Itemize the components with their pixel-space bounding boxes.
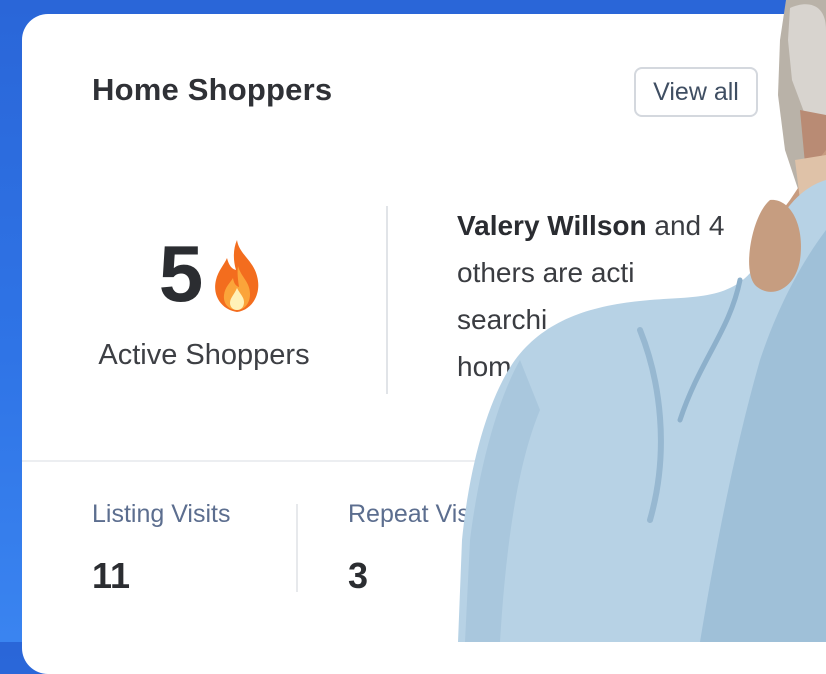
repeat-visits-label: Repeat Vis	[348, 500, 470, 528]
fire-icon	[209, 238, 265, 314]
repeat-visits-value: 3	[348, 555, 369, 596]
activity-line-4: hom	[457, 351, 512, 382]
shopper-name: Valery Willson	[457, 210, 647, 241]
home-shoppers-card: Home Shoppers View all 5 Active Shoppers…	[22, 14, 826, 674]
horizontal-divider	[22, 460, 826, 462]
stat-divider	[296, 504, 298, 592]
repeat-visits-stat: Repeat Vis 3	[348, 500, 470, 597]
active-shoppers-label: Active Shoppers	[98, 339, 310, 371]
activity-line-2: others are acti	[457, 257, 635, 288]
activity-line-1: and 4	[654, 210, 725, 241]
listing-visits-value: 11	[92, 555, 131, 596]
listing-visits-stat: Listing Visits 11	[92, 500, 231, 597]
activity-line-3: searchi	[457, 304, 548, 335]
activity-summary: Valery Willson and 4 others are acti sea…	[457, 202, 757, 390]
view-all-button[interactable]: View all	[634, 67, 758, 117]
listing-visits-label: Listing Visits	[92, 500, 231, 528]
active-shoppers-count: 5	[158, 229, 204, 318]
card-title: Home Shoppers	[92, 72, 333, 107]
vertical-divider	[386, 206, 388, 394]
active-shoppers-metric: 5 Active Shoppers	[84, 219, 324, 372]
